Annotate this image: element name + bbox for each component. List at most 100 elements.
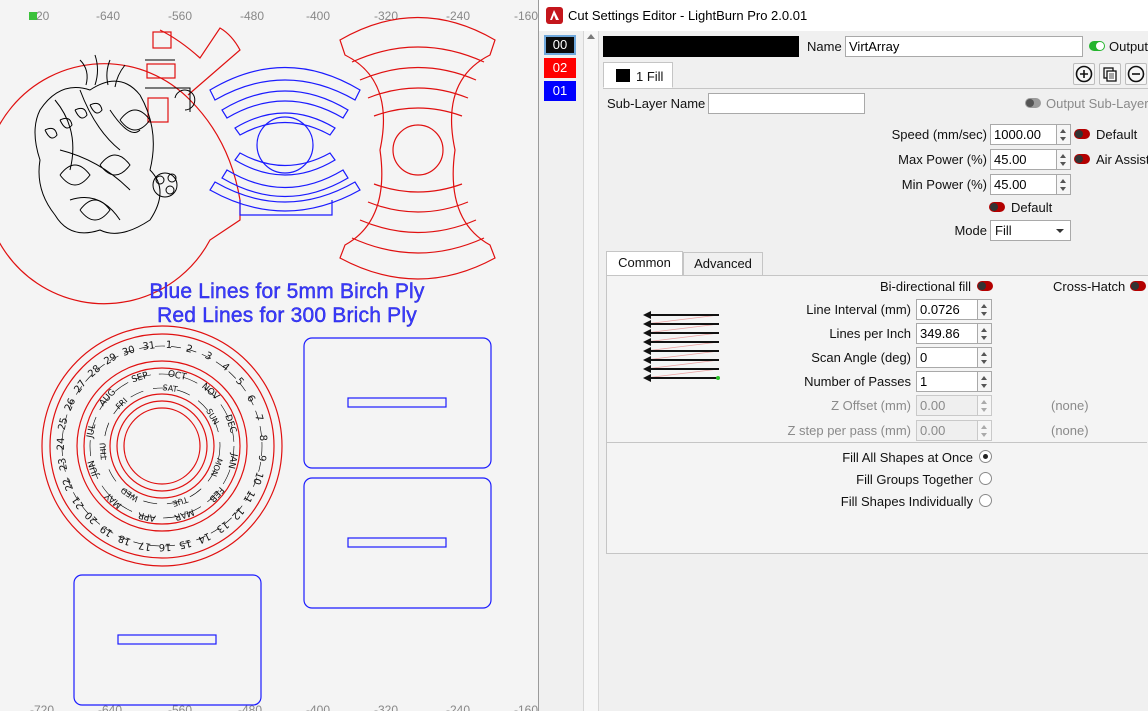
crosshatch-toggle[interactable] [1130, 281, 1146, 291]
spin-up-icon[interactable] [981, 328, 987, 332]
air-assist-toggle[interactable] [1074, 154, 1090, 164]
name-label: Name [807, 39, 842, 54]
layer-list: 00 02 01 [543, 33, 577, 711]
spin-up-icon[interactable] [1060, 129, 1066, 133]
copy-sublayer-button[interactable] [1099, 63, 1121, 85]
layer-label: 00 [552, 37, 568, 52]
chevron-down-icon [1056, 229, 1064, 233]
calendar-weekday: THU [98, 442, 109, 460]
spin-up-icon[interactable] [981, 304, 987, 308]
sublayer-name-label: Sub-Layer Name [607, 96, 706, 111]
layer-label: 01 [552, 83, 568, 98]
tab-common[interactable]: Common [606, 251, 683, 276]
layer-item-02[interactable]: 02 [544, 58, 576, 78]
design-artwork [0, 12, 496, 706]
min-power-input[interactable]: 45.00 [990, 174, 1057, 195]
output-sublayer-toggle[interactable] [1025, 98, 1041, 108]
sublayer-tab-fill[interactable]: 1 Fill [603, 62, 673, 88]
tab-common-label: Common [618, 255, 671, 270]
spin-down-icon[interactable] [981, 433, 987, 437]
spin-up-icon[interactable] [981, 400, 987, 404]
layer-list-scrollbar[interactable] [583, 31, 599, 711]
design-canvas[interactable]: 20 -640 -560 -480 -400 -320 -240 -160 -7… [0, 0, 538, 711]
lines-per-inch-spinner[interactable] [978, 323, 992, 344]
min-power-label: Min Power (%) [901, 177, 987, 192]
add-sublayer-button[interactable] [1073, 63, 1095, 85]
cut-settings-editor-window: Cut Settings Editor - LightBurn Pro 2.0.… [538, 0, 1148, 711]
fill-option-label: Fill All Shapes at Once [842, 450, 973, 465]
spin-down-icon[interactable] [981, 312, 987, 316]
tab-advanced-label: Advanced [694, 256, 752, 271]
title-bar: Cut Settings Editor - LightBurn Pro 2.0.… [539, 0, 1148, 31]
max-power-input[interactable]: 45.00 [990, 149, 1057, 170]
passes-spinner[interactable] [978, 371, 992, 392]
calendar-rings [41, 325, 283, 567]
center-blue-part [209, 67, 361, 216]
layer-color-swatch[interactable] [603, 36, 799, 57]
spin-up-icon[interactable] [1060, 179, 1066, 183]
min-power-spinner[interactable] [1057, 174, 1071, 195]
spin-down-icon[interactable] [981, 384, 987, 388]
copy-icon [1103, 67, 1117, 82]
z-offset-note: (none) [1051, 398, 1089, 413]
bidirectional-toggle[interactable] [977, 281, 993, 291]
output-sublayer-label: Output Sub-Layer [1046, 96, 1148, 111]
fill-option-label: Fill Groups Together [856, 472, 973, 487]
spin-down-icon[interactable] [1060, 137, 1066, 141]
canvas-text-red[interactable]: Red Lines for 300 Brich Ply [87, 304, 487, 328]
speed-input[interactable]: 1000.00 [990, 124, 1057, 145]
z-offset-input[interactable]: 0.00 [916, 395, 978, 416]
fill-groups-radio[interactable] [979, 472, 992, 485]
blue-plates [73, 337, 492, 706]
default-speed-toggle[interactable] [1074, 129, 1090, 139]
scan-angle-spinner[interactable] [978, 347, 992, 368]
max-power-spinner[interactable] [1057, 149, 1071, 170]
mode-label: Mode [954, 223, 987, 238]
mode-select[interactable]: Fill [990, 220, 1071, 241]
remove-sublayer-button[interactable] [1125, 63, 1147, 85]
line-interval-label: Line Interval (mm) [806, 302, 911, 317]
passes-input[interactable]: 1 [916, 371, 978, 392]
tab-advanced[interactable]: Advanced [683, 252, 763, 276]
sublayer-tab-label: 1 Fill [636, 69, 664, 84]
minus-circle-icon [1127, 65, 1145, 83]
layer-label: 02 [552, 60, 568, 75]
speed-label: Speed (mm/sec) [891, 127, 987, 142]
z-step-note: (none) [1051, 423, 1089, 438]
output-toggle[interactable] [1089, 41, 1105, 51]
layer-item-00[interactable]: 00 [544, 35, 576, 55]
line-interval-input[interactable]: 0.0726 [916, 299, 978, 320]
spin-down-icon[interactable] [981, 408, 987, 412]
spin-down-icon[interactable] [981, 336, 987, 340]
spin-up-icon[interactable] [1060, 154, 1066, 158]
spin-up-icon[interactable] [981, 376, 987, 380]
z-step-label: Z step per pass (mm) [787, 423, 911, 438]
spin-up-icon[interactable] [981, 425, 987, 429]
spin-up-icon[interactable] [981, 352, 987, 356]
line-interval-spinner[interactable] [978, 299, 992, 320]
z-step-input[interactable]: 0.00 [916, 420, 978, 441]
plus-circle-icon [1075, 65, 1093, 83]
scroll-up-icon[interactable] [587, 34, 595, 39]
fill-all-radio[interactable] [979, 450, 992, 463]
floral-engraving [34, 54, 196, 234]
origin-marker-icon [29, 12, 37, 20]
spin-down-icon[interactable] [1060, 187, 1066, 191]
sublayer-name-input[interactable] [708, 93, 865, 114]
right-red-part [339, 16, 496, 280]
lightburn-icon [546, 7, 563, 24]
scan-angle-input[interactable]: 0 [916, 347, 978, 368]
fill-individually-radio[interactable] [979, 494, 992, 507]
z-offset-spinner[interactable] [978, 395, 992, 416]
name-input[interactable]: VirtArray [845, 36, 1083, 57]
speed-spinner[interactable] [1057, 124, 1071, 145]
scan-angle-label: Scan Angle (deg) [811, 350, 911, 365]
lines-per-inch-input[interactable]: 349.86 [916, 323, 978, 344]
z-step-spinner[interactable] [978, 420, 992, 441]
fill-option-label: Fill Shapes Individually [840, 494, 973, 509]
layer-item-01[interactable]: 01 [544, 81, 576, 101]
spin-down-icon[interactable] [981, 360, 987, 364]
spin-down-icon[interactable] [1060, 162, 1066, 166]
canvas-text-blue[interactable]: Blue Lines for 5mm Birch Ply [87, 280, 487, 304]
default-power-toggle[interactable] [989, 202, 1005, 212]
